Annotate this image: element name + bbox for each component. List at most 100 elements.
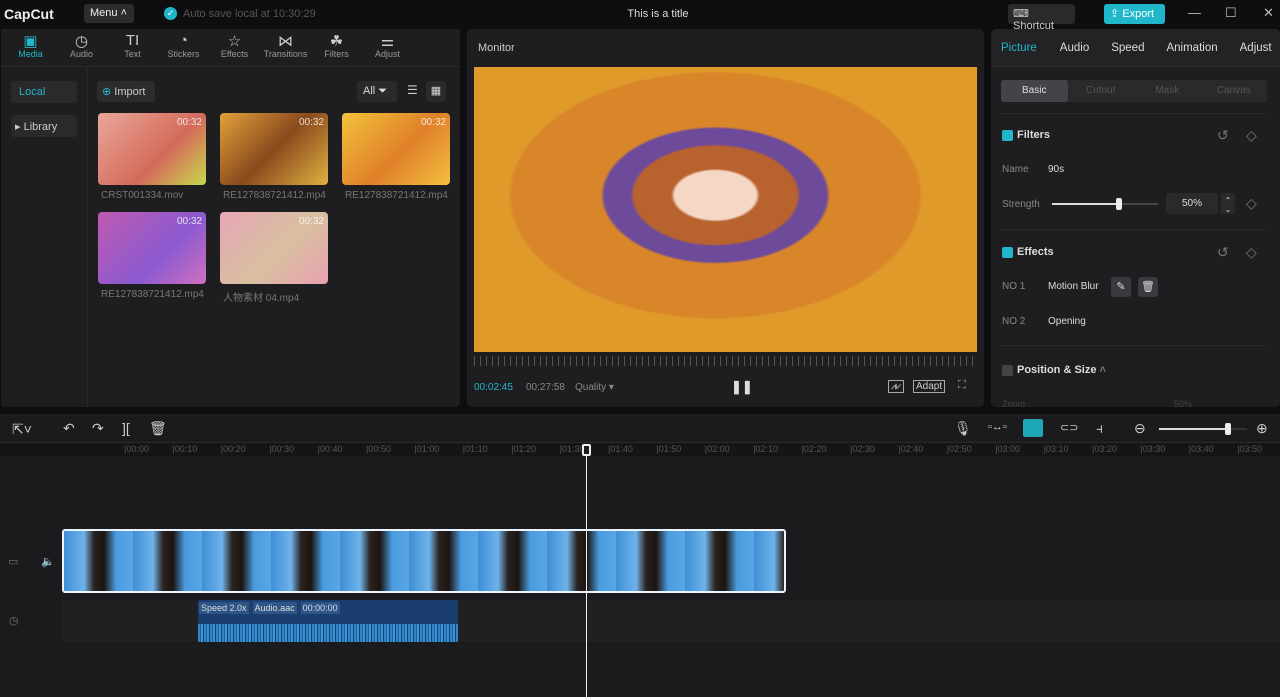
zoom-out-icon[interactable]: ⊖: [1134, 420, 1146, 437]
quality-dropdown[interactable]: Quality ▾: [575, 382, 614, 393]
monitor-panel: Monitor 00:02:45 00:27:58 Quality ▾ ❚❚ ⩘…: [467, 29, 984, 407]
reset-icon[interactable]: ↺: [1217, 127, 1229, 144]
video-clip[interactable]: [62, 529, 786, 593]
keyframe-icon[interactable]: ◇: [1246, 127, 1257, 144]
media-thumbnail[interactable]: 00:32: [220, 212, 328, 284]
time-ruler[interactable]: |00:00 |00:10 |00:20 |00:30 |00:40 |00:50 |01:…: [0, 442, 1280, 456]
chain-icon[interactable]: ⊂⊃: [1060, 421, 1078, 434]
effect-number: NO 1: [1002, 281, 1026, 292]
split-icon[interactable]: ][: [122, 420, 130, 436]
shortcut-button[interactable]: ⌨ Shortcut: [1008, 4, 1075, 32]
keyframe-icon[interactable]: ◇: [1246, 195, 1257, 212]
strength-slider[interactable]: [1052, 198, 1158, 210]
tab-stickers[interactable]: ◔ Stickers: [158, 29, 209, 66]
slider-handle[interactable]: [1115, 198, 1122, 210]
tab-picture[interactable]: Picture: [991, 42, 1047, 54]
tab-adjust[interactable]: ⚌ Adjust: [362, 29, 413, 66]
tab-filters[interactable]: ☘ Filters: [311, 29, 362, 66]
media-thumbnail[interactable]: 00:32: [98, 113, 206, 185]
speed-badge: Speed 2.0x: [199, 602, 249, 614]
tab-transitions[interactable]: ⋈ Transitions: [260, 29, 311, 66]
tab-audio[interactable]: Audio: [1051, 42, 1098, 54]
fullscreen-icon[interactable]: ⛶: [958, 379, 966, 392]
export-button[interactable]: ⇪ Export: [1104, 4, 1165, 24]
maximize-icon[interactable]: ☐: [1225, 5, 1237, 21]
edit-icon[interactable]: ✎: [1111, 277, 1131, 297]
preview-axis-icon[interactable]: ⫞: [1096, 420, 1103, 437]
tab-label: Audio: [69, 49, 94, 59]
timeline-zoom-slider[interactable]: [1159, 423, 1247, 435]
reset-icon[interactable]: ↺: [1217, 244, 1229, 261]
tool-tabs: ▣ Media ◷ Audio TI Text ◔ Stickers ☆ Effects ⋈ Tran…: [1, 29, 460, 67]
chevron-up-icon[interactable]: ˄: [1100, 364, 1106, 376]
speaker-icon[interactable]: 🔈: [41, 555, 55, 568]
tab-effects[interactable]: ☆ Effects: [209, 29, 260, 66]
ruler-label: |02:40: [898, 444, 924, 454]
keyboard-icon: ⌨: [1013, 8, 1029, 20]
list-view-icon[interactable]: ☰: [407, 83, 418, 97]
redo-icon[interactable]: ↷: [92, 420, 104, 437]
plus-circle-icon: ⊕: [102, 86, 112, 98]
tab-audio[interactable]: ◷ Audio: [56, 29, 107, 66]
subtab-cutout[interactable]: Cutout: [1068, 80, 1135, 102]
trash-icon[interactable]: 🗑: [1138, 277, 1158, 297]
media-thumbnail[interactable]: 00:32: [342, 113, 450, 185]
microphone-icon[interactable]: 🎙: [954, 420, 972, 437]
slider-handle[interactable]: [1225, 423, 1231, 435]
zoom-in-icon[interactable]: ⊕: [1256, 420, 1268, 437]
tab-media[interactable]: ▣ Media: [5, 29, 56, 66]
effects-icon: ☆: [227, 33, 242, 50]
audio-track-icon: ◷: [9, 615, 19, 627]
filters-checkbox[interactable]: [1002, 129, 1013, 141]
position-size-section[interactable]: Position & Size ˄: [1002, 364, 1106, 376]
tab-text[interactable]: TI Text: [107, 29, 158, 66]
preview-scrubber[interactable]: [474, 356, 977, 366]
effects-checkbox[interactable]: [1002, 246, 1013, 258]
ruler-label: |02:50: [946, 444, 972, 454]
filters-section[interactable]: Filters: [1002, 129, 1050, 141]
keyframe-icon[interactable]: ◇: [1246, 244, 1257, 261]
zoom-value[interactable]: 50%: [1174, 399, 1192, 409]
subtab-mask[interactable]: Mask: [1134, 80, 1201, 102]
library-button[interactable]: ▸ Library: [11, 115, 77, 137]
ruler-label: |00:00: [124, 444, 149, 454]
audio-clip[interactable]: Speed 2.0x Audio.aac 00:00:00: [198, 600, 458, 642]
effects-section[interactable]: Effects: [1002, 246, 1054, 258]
stickers-icon: ◔: [178, 32, 189, 49]
select-tool-icon[interactable]: ⇱˅: [12, 421, 32, 438]
tab-animation[interactable]: Animation: [1157, 42, 1226, 54]
tab-label: Transitions: [263, 49, 308, 59]
grid-view-icon[interactable]: ▦: [426, 81, 446, 102]
position-checkbox[interactable]: [1002, 364, 1013, 376]
close-icon[interactable]: ✕: [1263, 5, 1274, 21]
minimize-icon[interactable]: —: [1188, 5, 1201, 20]
subtab-canvas[interactable]: Canvas: [1201, 80, 1268, 102]
adapt-button[interactable]: Adapt: [913, 380, 946, 393]
tab-adjust[interactable]: Adjust: [1231, 42, 1280, 54]
media-icon: ▣: [23, 33, 38, 50]
divider: [1001, 229, 1267, 230]
media-thumbnail[interactable]: 00:32: [220, 113, 328, 185]
pause-icon[interactable]: ❚❚: [731, 379, 753, 395]
subtab-basic[interactable]: Basic: [1001, 80, 1068, 102]
undo-icon[interactable]: ↶: [63, 420, 75, 437]
local-button[interactable]: Local: [11, 81, 77, 103]
ruler-label: |02:20: [801, 444, 827, 454]
strength-input[interactable]: 50%: [1166, 193, 1218, 214]
video-preview: [474, 67, 977, 352]
magnet-snap-icon[interactable]: [1023, 419, 1043, 437]
link-clips-icon[interactable]: ▫↔▫: [988, 421, 1007, 433]
tab-label: Media: [18, 49, 43, 59]
playhead-handle[interactable]: [582, 444, 591, 456]
audio-waveform: [198, 624, 458, 642]
waveform-icon[interactable]: ⩘⩗: [888, 380, 905, 393]
filters-icon: ☘: [329, 33, 344, 50]
playhead[interactable]: [586, 446, 587, 697]
import-button[interactable]: ⊕ Import: [97, 81, 155, 102]
filter-all-button[interactable]: All ⏷: [357, 81, 397, 102]
tab-speed[interactable]: Speed: [1102, 42, 1153, 54]
transitions-icon: ⋈: [278, 33, 293, 50]
delete-icon[interactable]: 🗑: [149, 420, 167, 437]
stepper-icon[interactable]: ⌃ ⌄: [1221, 193, 1235, 214]
media-thumbnail[interactable]: 00:32: [98, 212, 206, 284]
